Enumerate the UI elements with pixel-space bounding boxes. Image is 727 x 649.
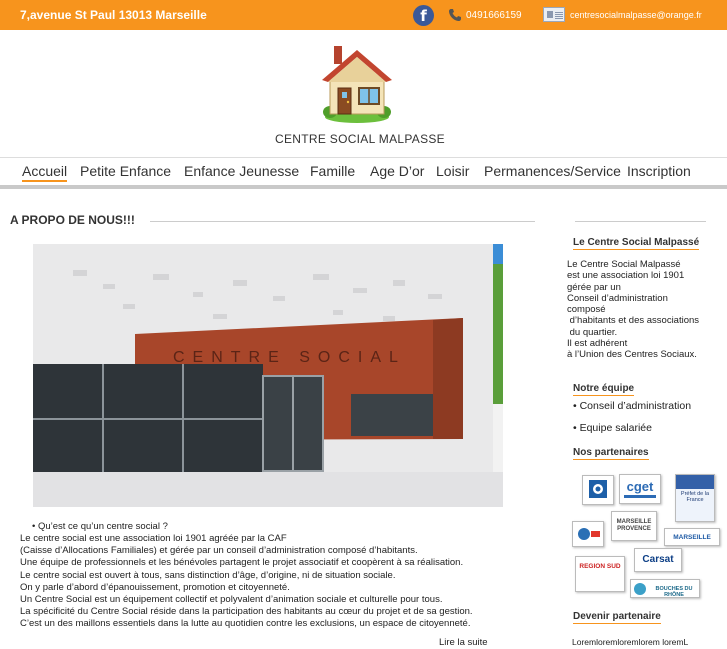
- about-line: Le centre social est ouvert à tous, sans…: [20, 569, 396, 581]
- caf-logo[interactable]: [582, 475, 614, 505]
- phone-icon: [449, 9, 461, 21]
- team-link-conseil[interactable]: • Conseil d’administration: [573, 400, 691, 412]
- title-divider: [150, 221, 535, 222]
- about-line: Un Centre Social est un équipement colle…: [20, 594, 443, 606]
- email-link[interactable]: centresocialmalpasse@orange.fr: [570, 10, 702, 20]
- about-line: Une équipe de professionnels et les béné…: [20, 557, 464, 569]
- sidebar-team-heading: Notre équipe: [573, 383, 635, 396]
- nav-item-famille[interactable]: Famille: [310, 163, 355, 179]
- nav-bottom-bar: [0, 185, 727, 189]
- question-bullet: • Qu’est ce qu’un centre social ?: [32, 521, 168, 532]
- about-line: La spécificité du Centre Social réside d…: [20, 606, 473, 618]
- section-title: A PROPO DE NOUS!!!: [10, 213, 135, 227]
- nav-item-enfance-jeunesse[interactable]: Enfance Jeunesse: [184, 163, 299, 179]
- main-nav: Accueil Petite Enfance Enfance Jeunesse …: [0, 163, 727, 185]
- sidebar-partners-heading: Nos partenaires: [573, 447, 649, 460]
- sidebar-divider: [575, 221, 706, 222]
- sidebar-about-text: Le Centre Social Malpassé est une associ…: [567, 259, 700, 361]
- nav-top-divider: [0, 157, 727, 158]
- marseille-provence-logo[interactable]: MARSEILLE PROVENCE: [611, 511, 657, 541]
- house-icon[interactable]: [318, 42, 396, 124]
- bouches-du-rhone-logo[interactable]: BOUCHES DU RHÔNE: [630, 579, 700, 598]
- sidebar-about-heading: Le Centre Social Malpassé: [573, 237, 700, 250]
- building-photo: CENTRE SOCIAL: [33, 244, 503, 507]
- about-line: On y parle d’abord d’épanouissement, pro…: [20, 581, 290, 593]
- address-text: 7,avenue St Paul 13013 Marseille: [20, 8, 207, 22]
- top-bar: 7,avenue St Paul 13013 Marseille f 04916…: [0, 0, 727, 30]
- about-line: C’est un des maillons essentiels dans la…: [20, 618, 471, 630]
- nav-item-inscription[interactable]: Inscription: [627, 163, 691, 179]
- about-line: Le centre social est une association loi…: [20, 533, 287, 544]
- cget-logo[interactable]: cget: [619, 474, 661, 504]
- site-title: CENTRE SOCIAL MALPASSE: [275, 132, 445, 146]
- prefet-logo[interactable]: Préfet de la France: [675, 474, 715, 522]
- carsat-logo[interactable]: Carsat: [634, 548, 682, 572]
- sidebar-lorem-text: Loremloremloremlorem loremL: [572, 637, 689, 647]
- about-line: (Caisse d’Allocations Familiales) et gér…: [20, 545, 418, 557]
- phone-number: 0491666159: [466, 10, 522, 21]
- region-sud-logo[interactable]: REGION SUD: [575, 556, 625, 592]
- nav-item-petite-enfance[interactable]: Petite Enfance: [80, 163, 171, 179]
- nav-item-age-dor[interactable]: Age D’or: [370, 163, 424, 179]
- nav-item-permanences-service[interactable]: Permanences/Service: [484, 163, 621, 179]
- mail-icon: [543, 7, 565, 22]
- facebook-icon[interactable]: f: [413, 5, 434, 26]
- nav-item-loisir[interactable]: Loisir: [436, 163, 469, 179]
- team-link-equipe[interactable]: • Equipe salariée: [573, 422, 652, 434]
- ville-marseille-logo[interactable]: MARSEILLE: [664, 528, 720, 546]
- read-more-link[interactable]: Lire la suite: [439, 637, 488, 648]
- sidebar-become-partner-heading: Devenir partenaire: [573, 611, 661, 624]
- building-sign: CENTRE SOCIAL: [173, 349, 406, 366]
- nav-item-accueil[interactable]: Accueil: [22, 163, 68, 182]
- partner-logo-round[interactable]: [572, 521, 604, 547]
- about-paragraph: Le centre social est une association loi…: [20, 533, 560, 631]
